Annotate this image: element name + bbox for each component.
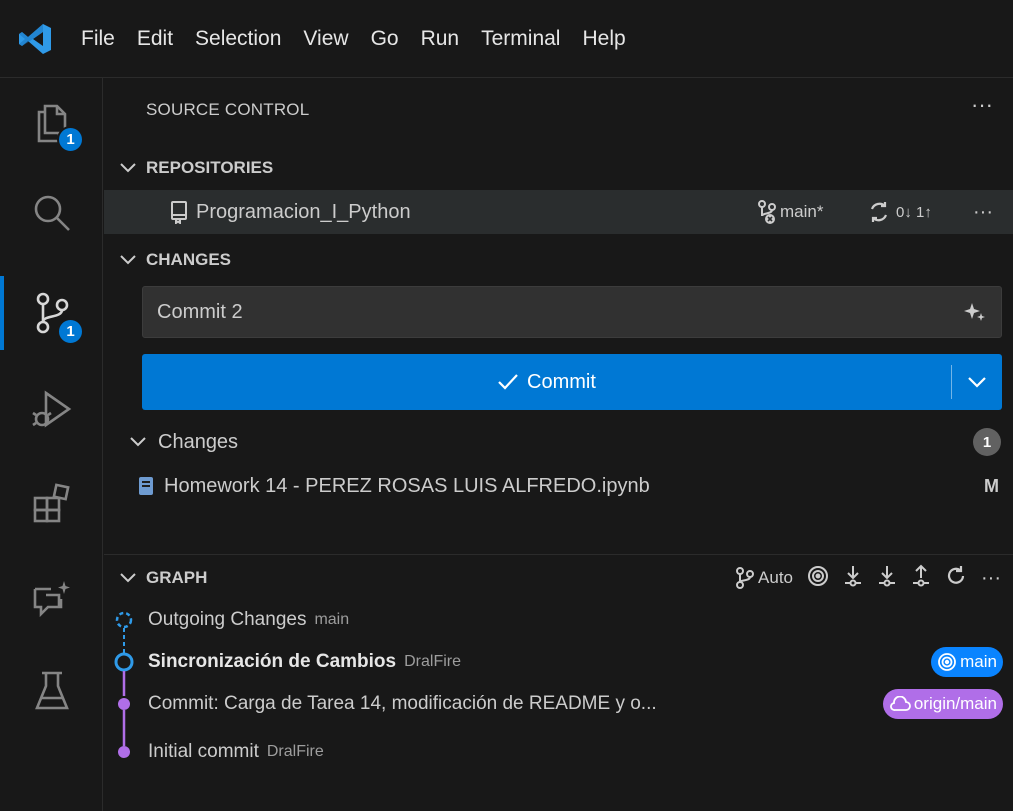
changes-count-badge: 1 (973, 428, 1001, 456)
sync-status: 0↓ 1↑ (896, 203, 932, 221)
activity-chat[interactable] (0, 554, 103, 644)
graph-row-message: Commit: Carga de Tarea 14, modificación … (148, 693, 657, 714)
activity-explorer[interactable]: 1 (0, 78, 103, 168)
menu-file[interactable]: File (70, 0, 126, 78)
view-title: SOURCE CONTROL (146, 100, 310, 119)
refresh-icon[interactable] (945, 565, 967, 592)
ref-badge-origin-main[interactable]: origin/main (882, 689, 1003, 719)
repositories-title: REPOSITORIES (146, 158, 274, 177)
menu-go[interactable]: Go (360, 0, 410, 78)
target-icon (938, 653, 957, 671)
target-icon[interactable] (807, 565, 829, 592)
graph-row-message: Outgoing Changes (148, 609, 307, 630)
chevron-down-icon (110, 163, 146, 173)
repo-icon (170, 200, 188, 224)
graph-toolbar: Auto ··· (735, 560, 1001, 596)
menu-help[interactable]: Help (571, 0, 636, 78)
explorer-badge: 1 (57, 126, 84, 153)
cloud-icon (889, 696, 911, 711)
activity-run-debug[interactable] (0, 364, 103, 454)
source-control-view: SOURCE CONTROL ··· REPOSITORIES Programa… (104, 78, 1013, 811)
commit-dropdown-button[interactable] (952, 376, 1002, 388)
graph-row-author: main (314, 611, 350, 628)
graph-branch-filter-button[interactable]: Auto (735, 567, 793, 589)
chevron-down-icon (130, 437, 146, 447)
ref-badge-main[interactable]: main (931, 647, 1003, 677)
commit-message-text: Commit 2 (157, 300, 243, 323)
menu-terminal[interactable]: Terminal (470, 0, 571, 78)
search-icon (34, 195, 70, 231)
sync-icon (870, 202, 888, 222)
graph-row-outgoing[interactable]: Outgoing Changes main (104, 600, 1013, 640)
changes-title: CHANGES (146, 250, 232, 269)
graph-row-commit[interactable]: Initial commit DralFire (104, 732, 1013, 772)
graph-header[interactable]: GRAPH Auto ··· (104, 560, 1013, 596)
changed-file-name: Homework 14 - PEREZ ROSAS LUIS ALFREDO.i… (164, 474, 650, 497)
activity-search[interactable] (0, 168, 103, 258)
push-icon[interactable] (911, 564, 931, 593)
ref-badge-label: main (960, 652, 997, 671)
activity-extensions[interactable] (0, 458, 103, 548)
graph-row-commit[interactable]: Sincronización de Cambios DralFire main (104, 642, 1013, 682)
graph-title: GRAPH (146, 568, 208, 587)
chevron-down-icon (110, 255, 146, 265)
graph-row-author: DralFire (266, 743, 324, 760)
activity-source-control[interactable]: 1 (0, 268, 103, 358)
repo-more-button[interactable]: ··· (973, 201, 993, 224)
repositories-header[interactable]: REPOSITORIES (104, 150, 1013, 186)
commit-button[interactable]: Commit (142, 354, 1002, 410)
repo-name: Programacion_I_Python (196, 200, 411, 223)
changes-group[interactable]: Changes 1 (104, 424, 1013, 460)
commit-button-main[interactable]: Commit (142, 371, 951, 394)
title-bar: File Edit Selection View Go Run Terminal… (0, 0, 1013, 78)
commit-message-input[interactable]: Commit 2 (142, 286, 1002, 338)
chat-sparkle-icon (33, 581, 70, 618)
extensions-icon (33, 483, 70, 523)
menu-run[interactable]: Run (410, 0, 471, 78)
graph-auto-label: Auto (758, 568, 794, 587)
menu-selection[interactable]: Selection (184, 0, 292, 78)
commit-button-label: Commit (527, 370, 596, 393)
graph-row-author: DralFire (404, 653, 461, 670)
activity-testing[interactable] (0, 646, 103, 736)
run-debug-icon (31, 390, 71, 428)
file-status-modified: M (984, 475, 999, 496)
vscode-logo-icon (0, 0, 70, 78)
activity-bar: 1 1 (0, 78, 103, 811)
graph-more-button[interactable]: ··· (981, 567, 1001, 590)
pull-icon[interactable] (877, 564, 897, 593)
branch-indicator[interactable]: main* (756, 199, 823, 225)
section-divider (104, 554, 1013, 555)
branch-name: main* (780, 202, 824, 221)
changes-header[interactable]: CHANGES (104, 242, 1013, 278)
branch-icon (736, 567, 755, 589)
generate-message-sparkle-icon[interactable] (963, 301, 987, 331)
chevron-down-icon (110, 573, 146, 583)
graph-row-message: Initial commit (148, 741, 259, 762)
view-more-button[interactable]: ··· (971, 92, 993, 118)
changes-group-label: Changes (158, 430, 239, 453)
menu-edit[interactable]: Edit (126, 0, 184, 78)
chevron-down-icon (968, 376, 986, 388)
sync-button[interactable]: 0↓ 1↑ (868, 201, 932, 223)
changed-file-item[interactable]: Homework 14 - PEREZ ROSAS LUIS ALFREDO.i… (104, 468, 1013, 504)
menu-bar: File Edit Selection View Go Run Terminal… (70, 0, 637, 78)
fetch-icon[interactable] (843, 564, 863, 593)
repository-item[interactable]: Programacion_I_Python main* 0↓ 1↑ ··· (104, 190, 1013, 234)
graph-row-commit[interactable]: Commit: Carga de Tarea 14, modificación … (104, 684, 1013, 724)
scm-badge: 1 (57, 318, 84, 345)
menu-view[interactable]: View (292, 0, 359, 78)
beaker-icon (34, 671, 69, 710)
check-icon (498, 374, 518, 390)
notebook-file-icon (138, 476, 154, 496)
ref-badge-label: origin/main (913, 694, 997, 713)
graph-row-message: Sincronización de Cambios (148, 651, 397, 672)
branch-icon (758, 200, 776, 224)
